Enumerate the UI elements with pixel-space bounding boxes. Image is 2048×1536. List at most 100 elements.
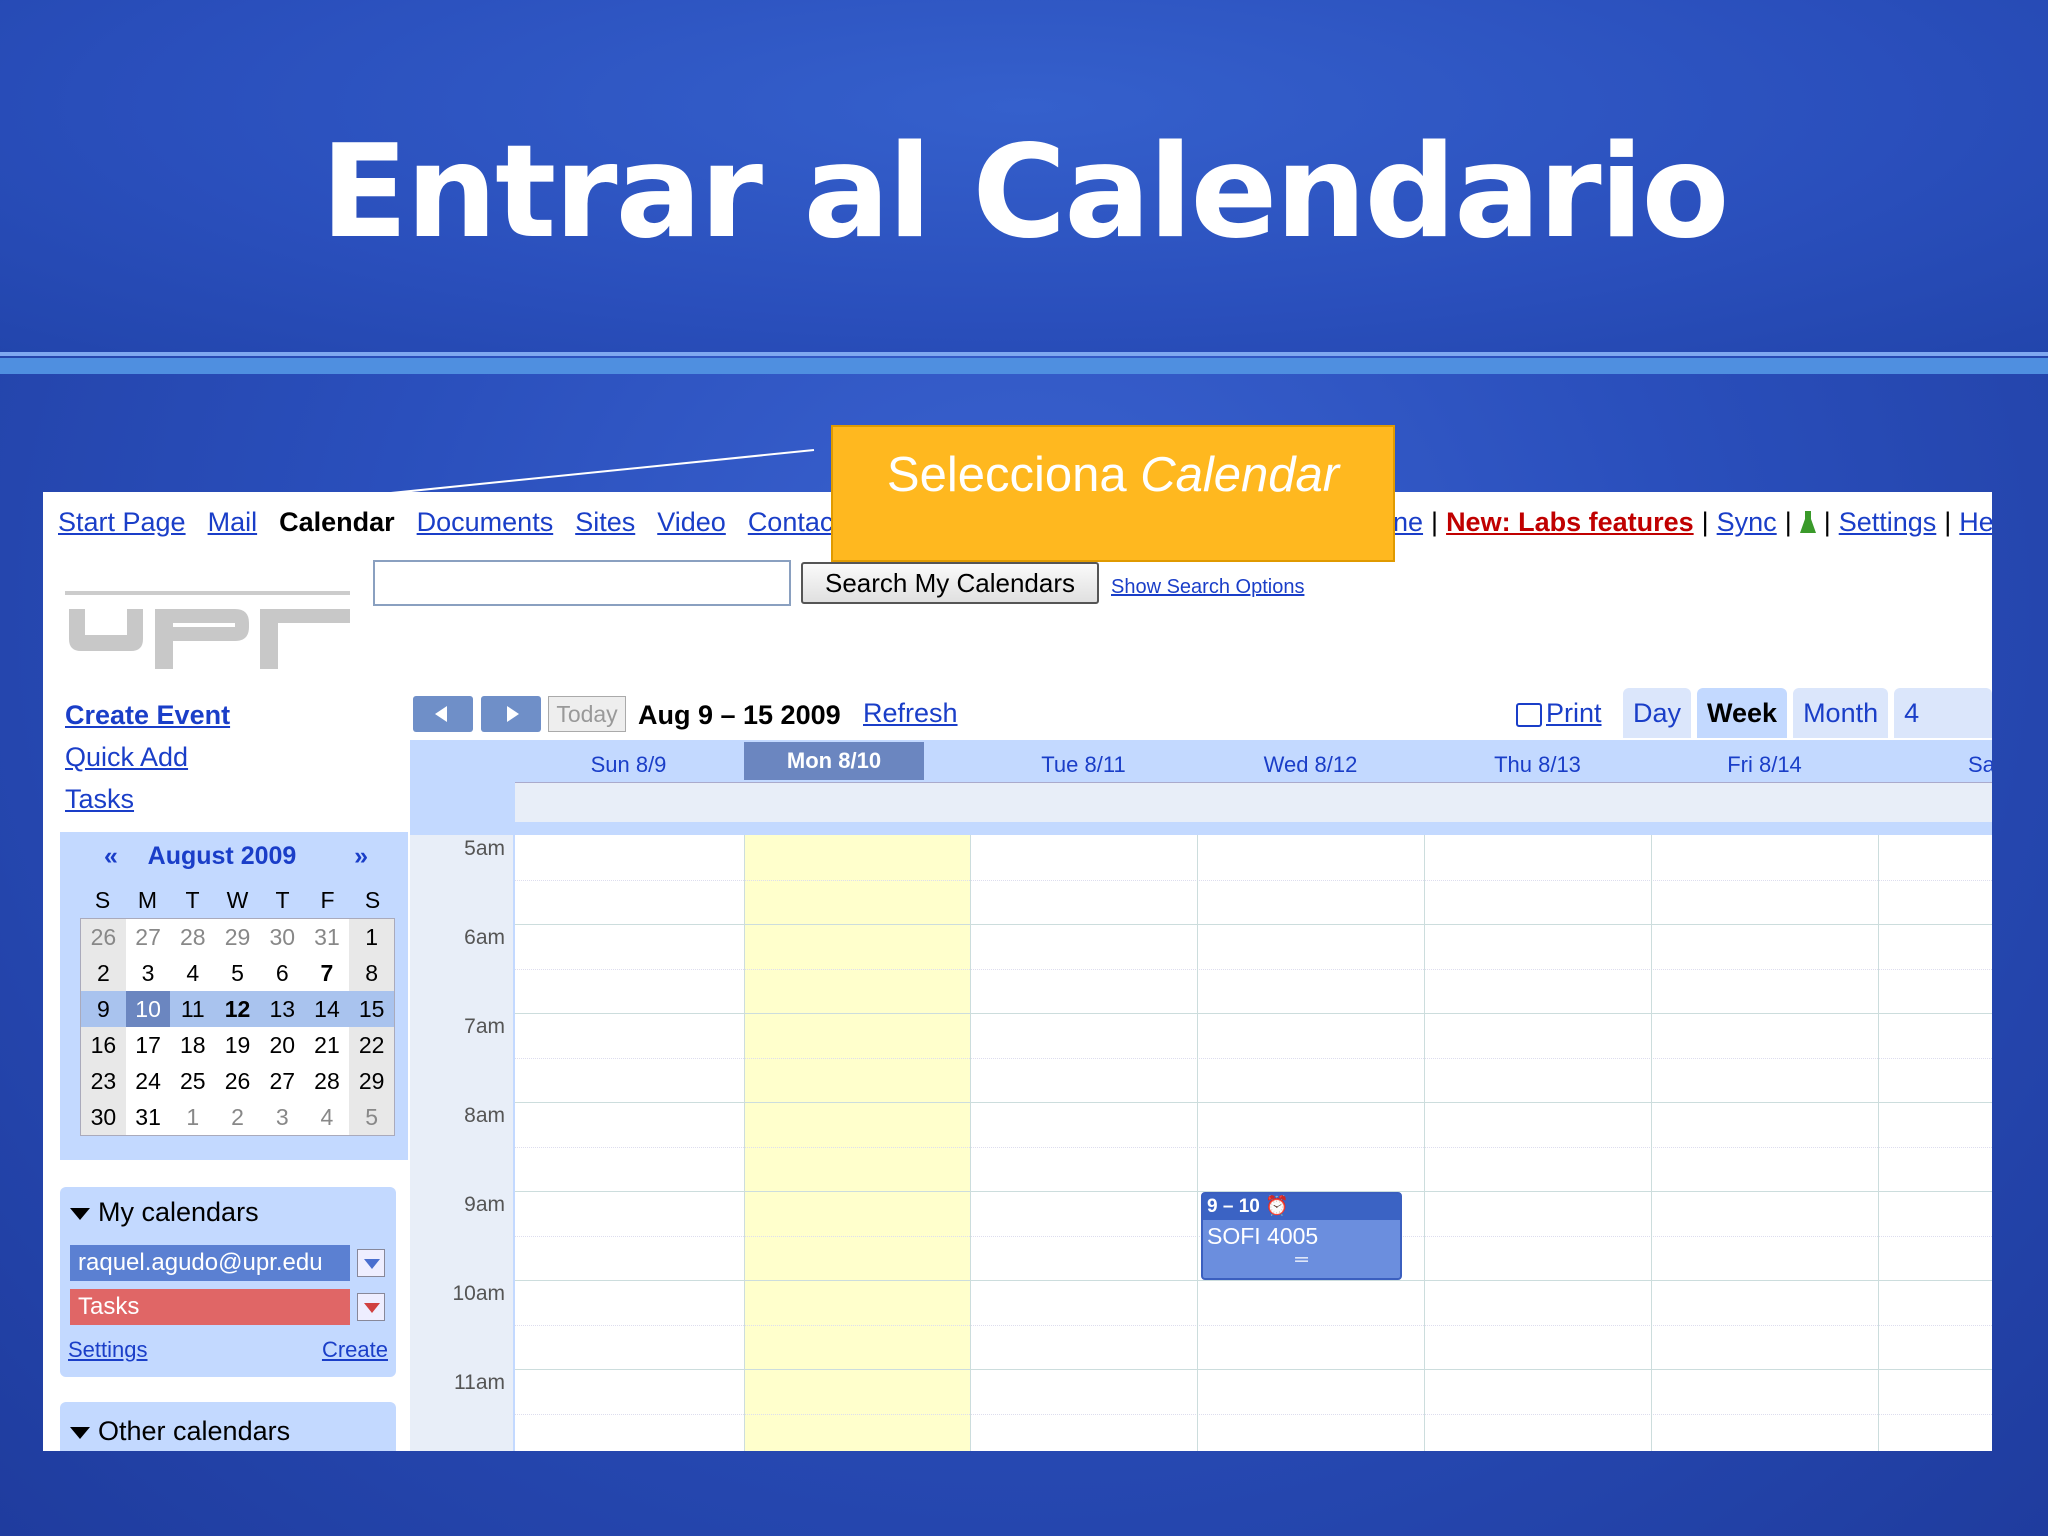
day-cell[interactable]: 5 bbox=[349, 1099, 395, 1135]
day-cell[interactable]: 25 bbox=[170, 1063, 215, 1099]
print-link[interactable]: Print bbox=[1516, 698, 1602, 729]
day-cell[interactable]: 8 bbox=[349, 955, 395, 991]
tasks-options-dropdown-icon[interactable] bbox=[357, 1293, 385, 1321]
calendar-event[interactable]: 9 – 10 ⏰ SOFI 4005 ═ bbox=[1201, 1192, 1402, 1280]
day-cell[interactable]: 9 bbox=[81, 991, 126, 1027]
weekday-label: S bbox=[94, 887, 111, 913]
tab-week[interactable]: Week bbox=[1697, 688, 1788, 738]
day-cell[interactable]: 4 bbox=[305, 1099, 350, 1135]
day-cell[interactable]: 3 bbox=[126, 955, 171, 991]
day-cell[interactable]: 11 bbox=[170, 991, 215, 1027]
half-hour-line bbox=[515, 969, 1992, 970]
day-cell[interactable]: 13 bbox=[260, 991, 305, 1027]
nav-documents[interactable]: Documents bbox=[417, 507, 554, 538]
day-cell[interactable]: 2 bbox=[215, 1099, 260, 1135]
nav-video[interactable]: Video bbox=[657, 507, 726, 538]
day-cell[interactable]: 3 bbox=[260, 1099, 305, 1135]
nav-mail[interactable]: Mail bbox=[208, 507, 258, 538]
prev-month-button[interactable]: « bbox=[104, 842, 118, 871]
day-cell[interactable]: 26 bbox=[215, 1063, 260, 1099]
day-cell[interactable]: 31 bbox=[305, 919, 350, 955]
labs-flask-icon[interactable] bbox=[1799, 511, 1816, 533]
collapse-triangle-icon bbox=[70, 1426, 90, 1439]
day-cell[interactable]: 5 bbox=[215, 955, 260, 991]
day-cell[interactable]: 19 bbox=[215, 1027, 260, 1063]
day-cell[interactable]: 6 bbox=[260, 955, 305, 991]
day-cell[interactable]: 28 bbox=[170, 919, 215, 955]
refresh-link[interactable]: Refresh bbox=[863, 698, 958, 729]
day-cell[interactable]: 28 bbox=[305, 1063, 350, 1099]
week-grid[interactable]: 5am 6am 7am 8am 9am 10am 11am 9 – 10 ⏰ S… bbox=[410, 835, 1992, 1451]
day-header[interactable]: Wed 8/12 bbox=[1197, 752, 1424, 778]
day-divider bbox=[1424, 835, 1425, 1451]
day-cell[interactable]: 18 bbox=[170, 1027, 215, 1063]
day-cell[interactable]: 30 bbox=[260, 919, 305, 955]
day-cell[interactable]: 14 bbox=[305, 991, 350, 1027]
day-cell[interactable]: 1 bbox=[349, 919, 395, 955]
today-button[interactable]: Today bbox=[548, 696, 626, 732]
day-cell[interactable]: 27 bbox=[126, 919, 171, 955]
all-day-row[interactable] bbox=[515, 782, 1992, 822]
my-calendars-toggle[interactable]: My calendars bbox=[70, 1197, 259, 1228]
day-cell-today[interactable]: 10 bbox=[125, 991, 171, 1027]
day-cell[interactable]: 24 bbox=[126, 1063, 171, 1099]
day-header[interactable]: Tue 8/11 bbox=[970, 752, 1197, 778]
tasks-link[interactable]: Tasks bbox=[65, 784, 134, 814]
half-hour-line bbox=[515, 1414, 1992, 1415]
day-cell[interactable]: 16 bbox=[81, 1027, 126, 1063]
day-cell[interactable]: 30 bbox=[81, 1099, 126, 1135]
nav-help[interactable]: He bbox=[1959, 507, 1992, 538]
day-cell[interactable]: 23 bbox=[81, 1063, 126, 1099]
calendar-entry-user[interactable]: raquel.agudo@upr.edu bbox=[70, 1245, 350, 1281]
next-month-button[interactable]: » bbox=[354, 842, 368, 871]
nav-settings[interactable]: Settings bbox=[1839, 507, 1937, 538]
day-cell[interactable]: 1 bbox=[170, 1099, 215, 1135]
day-header-today[interactable]: Mon 8/10 bbox=[744, 742, 924, 780]
day-cell[interactable]: 4 bbox=[170, 955, 215, 991]
nav-offline[interactable]: ne bbox=[1393, 507, 1423, 538]
create-calendar-link[interactable]: Create bbox=[322, 1337, 388, 1363]
day-cell[interactable]: 21 bbox=[305, 1027, 350, 1063]
day-header[interactable]: Sun 8/9 bbox=[515, 752, 742, 778]
tab-month[interactable]: Month bbox=[1793, 688, 1889, 738]
show-search-options-link[interactable]: Show Search Options bbox=[1111, 576, 1304, 599]
day-cell[interactable]: 15 bbox=[349, 991, 394, 1027]
nav-labs-features[interactable]: New: Labs features bbox=[1446, 507, 1694, 538]
week-row: 30 31 1 2 3 4 5 bbox=[81, 1099, 395, 1135]
tab-day[interactable]: Day bbox=[1623, 688, 1692, 738]
nav-contacts[interactable]: Contac bbox=[748, 507, 834, 538]
search-input[interactable] bbox=[373, 560, 791, 606]
previous-week-button[interactable] bbox=[413, 696, 473, 732]
calendar-entry-tasks[interactable]: Tasks bbox=[70, 1289, 350, 1325]
nav-sites[interactable]: Sites bbox=[575, 507, 635, 538]
other-calendars-panel: Other calendars bbox=[60, 1402, 396, 1451]
create-event-link[interactable]: Create Event bbox=[65, 700, 230, 730]
nav-sync[interactable]: Sync bbox=[1717, 507, 1777, 538]
hour-line bbox=[515, 1013, 1992, 1014]
tab-4-days[interactable]: 4 Days bbox=[1894, 688, 1992, 778]
day-header[interactable]: Thu 8/13 bbox=[1424, 752, 1651, 778]
search-my-calendars-button[interactable]: Search My Calendars bbox=[801, 562, 1099, 604]
event-resize-handle[interactable]: ═ bbox=[1203, 1250, 1400, 1268]
day-cell[interactable]: 27 bbox=[260, 1063, 305, 1099]
day-header[interactable]: Fri 8/14 bbox=[1651, 752, 1878, 778]
day-cell[interactable]: 29 bbox=[349, 1063, 395, 1099]
day-cell[interactable]: 2 bbox=[81, 955, 126, 991]
calendar-settings-link[interactable]: Settings bbox=[68, 1337, 148, 1362]
day-header[interactable]: Sat bbox=[1878, 752, 1992, 778]
hour-label: 5am bbox=[464, 837, 505, 860]
nav-calendar[interactable]: Calendar bbox=[279, 507, 395, 538]
day-cell[interactable]: 26 bbox=[81, 919, 126, 955]
next-week-button[interactable] bbox=[481, 696, 541, 732]
day-cell[interactable]: 12 bbox=[215, 991, 260, 1027]
day-cell[interactable]: 31 bbox=[126, 1099, 171, 1135]
calendar-options-dropdown-icon[interactable] bbox=[357, 1249, 385, 1277]
day-cell[interactable]: 17 bbox=[126, 1027, 171, 1063]
quick-add-link[interactable]: Quick Add bbox=[65, 742, 188, 772]
day-cell[interactable]: 20 bbox=[260, 1027, 305, 1063]
other-calendars-toggle[interactable]: Other calendars bbox=[70, 1416, 290, 1447]
day-cell[interactable]: 7 bbox=[305, 955, 350, 991]
day-cell[interactable]: 22 bbox=[349, 1027, 395, 1063]
nav-start-page[interactable]: Start Page bbox=[58, 507, 186, 538]
day-cell[interactable]: 29 bbox=[215, 919, 260, 955]
